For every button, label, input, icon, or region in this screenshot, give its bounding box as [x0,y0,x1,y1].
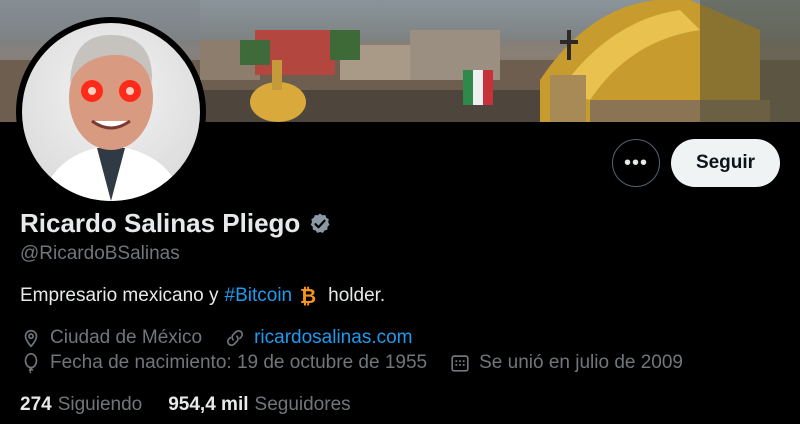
profile-stats: 274 Siguiendo 954,4 mil Seguidores [20,394,351,416]
profile-meta-row-2: Fecha de nacimiento: 19 de octubre de 19… [20,352,683,374]
profile-website-link[interactable]: ricardosalinas.com [254,327,412,349]
balloon-icon [24,353,38,374]
location-pin-icon [24,329,38,348]
svg-text:₿: ₿ [300,285,316,307]
followers-label: Seguidores [254,394,351,415]
avatar-photo [42,34,182,201]
follow-button[interactable]: Seguir [671,139,780,187]
profile-meta-row-1: Ciudad de México ricardosalinas.com [20,327,413,349]
profile-location: Ciudad de México [50,327,203,348]
bitcoin-icon: ₿ [298,285,318,307]
calendar-icon [451,355,469,372]
bio-text-suffix: holder. [328,285,386,306]
followers-stat[interactable]: 954,4 mil Seguidores [168,394,350,416]
profile-joined-date: Se unió en julio de 2009 [479,352,683,373]
avatar[interactable] [22,23,200,201]
following-stat[interactable]: 274 Siguiendo [20,394,142,416]
following-count: 274 [20,394,52,415]
profile-bio: Empresario mexicano y #Bitcoin ₿ holder. [20,285,385,307]
profile-handle: @RicardoBSalinas [20,243,180,264]
followers-count: 954,4 mil [168,394,249,415]
link-icon [227,329,244,347]
follow-button-label: Seguir [695,152,756,173]
profile-name-row: Ricardo Salinas Pliego [20,208,332,239]
more-dots-icon: ••• [623,151,648,174]
profile-name: Ricardo Salinas Pliego [20,208,301,238]
verified-badge-icon[interactable] [308,212,332,236]
profile-birthdate: Fecha de nacimiento: 19 de octubre de 19… [50,352,428,373]
bitcoin-hashtag-link[interactable]: #Bitcoin [225,285,293,307]
more-options-button[interactable]: ••• [612,139,660,187]
following-label: Siguiendo [57,394,143,415]
bio-text-prefix: Empresario mexicano y [20,285,219,306]
